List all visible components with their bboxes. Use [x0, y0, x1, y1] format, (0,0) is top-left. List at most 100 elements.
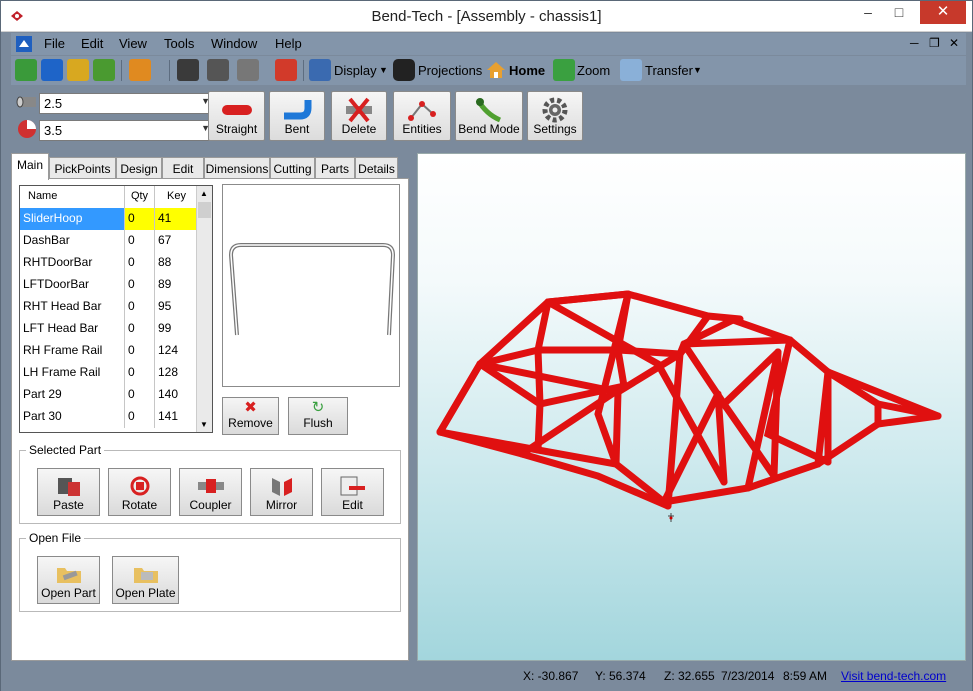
- menu-edit[interactable]: Edit: [81, 36, 103, 51]
- doc-minimize-button[interactable]: ─: [910, 36, 919, 50]
- bend-mode-button[interactable]: Bend Mode: [455, 91, 523, 141]
- doc-restore-button[interactable]: ❐: [929, 36, 940, 50]
- chassis-model[interactable]: [418, 154, 965, 660]
- coupler-icon: [197, 479, 224, 493]
- scroll-thumb[interactable]: [198, 202, 211, 218]
- website-link[interactable]: Visit bend-tech.com: [841, 669, 946, 683]
- tab-main[interactable]: Main: [11, 153, 49, 180]
- tab-pickpoints[interactable]: PickPoints: [49, 157, 116, 179]
- table-row[interactable]: RH Frame Rail 0 124: [20, 340, 198, 362]
- table-row[interactable]: RHT Head Bar 0 95: [20, 296, 198, 318]
- flush-button[interactable]: ↻ Flush: [288, 397, 348, 435]
- menu-window[interactable]: Window: [211, 36, 257, 51]
- transfer-icon[interactable]: [620, 59, 642, 81]
- open-icon[interactable]: [67, 59, 89, 81]
- display-icon[interactable]: [309, 59, 331, 81]
- print-preview-icon[interactable]: [237, 59, 259, 81]
- new-assembly-icon[interactable]: [41, 59, 63, 81]
- chevron-down-icon[interactable]: ▼: [693, 65, 702, 75]
- open-part-button[interactable]: Open Part: [37, 556, 100, 604]
- close-button[interactable]: ✕: [920, 1, 966, 24]
- paste-button[interactable]: Paste: [37, 468, 100, 516]
- display-menu[interactable]: Display: [334, 63, 377, 78]
- origin-axis-icon: [668, 513, 674, 522]
- tab-design[interactable]: Design: [116, 157, 162, 179]
- diameter-value: 2.5: [44, 96, 63, 111]
- diameter-select[interactable]: 2.5 ▼: [39, 93, 214, 114]
- doc-close-button[interactable]: ✕: [949, 36, 959, 50]
- 3d-viewport[interactable]: [417, 153, 966, 661]
- table-row[interactable]: RHTDoorBar 0 88: [20, 252, 198, 274]
- entities-button[interactable]: Entities: [393, 91, 451, 141]
- refresh-icon: ↻: [311, 399, 325, 416]
- rotate-button[interactable]: Rotate: [108, 468, 171, 516]
- save-icon[interactable]: [177, 59, 199, 81]
- home-button[interactable]: Home: [509, 63, 545, 78]
- menu-file[interactable]: File: [44, 36, 65, 51]
- bend-mode-label: Bend Mode: [458, 122, 520, 136]
- remove-button[interactable]: ✖ Remove: [222, 397, 279, 435]
- table-row[interactable]: LFTDoorBar 0 89: [20, 274, 198, 296]
- straight-button[interactable]: Straight: [208, 91, 265, 141]
- table-row[interactable]: LFT Head Bar 0 99: [20, 318, 198, 340]
- transfer-menu[interactable]: Transfer: [645, 63, 693, 78]
- tab-edit[interactable]: Edit: [162, 157, 204, 179]
- import-icon[interactable]: [93, 59, 115, 81]
- cell-qty: 0: [125, 208, 155, 230]
- open-plate-button[interactable]: Open Plate: [112, 556, 179, 604]
- radius-select[interactable]: 3.5 ▼: [39, 120, 214, 141]
- entities-icon: [408, 101, 436, 121]
- edit-icon: [340, 476, 365, 496]
- menu-view[interactable]: View: [119, 36, 147, 51]
- minimize-button[interactable]: –: [853, 1, 883, 24]
- tab-cutting[interactable]: Cutting: [270, 157, 315, 179]
- cell-qty: 0: [125, 362, 155, 384]
- zoom-icon[interactable]: [553, 59, 575, 81]
- bent-tube-icon: [284, 100, 312, 120]
- menu-tools[interactable]: Tools: [164, 36, 194, 51]
- bend-mode-icon: [475, 98, 502, 123]
- home-icon[interactable]: [485, 59, 507, 81]
- solidworks-icon[interactable]: [275, 59, 297, 81]
- tab-dimensions[interactable]: Dimensions: [204, 157, 270, 179]
- coord-y: Y: 56.374: [595, 669, 646, 683]
- table-row[interactable]: Part 29 0 140: [20, 384, 198, 406]
- settings-button[interactable]: Settings: [527, 91, 583, 141]
- options-icon[interactable]: [129, 59, 151, 81]
- tab-details[interactable]: Details: [355, 157, 398, 179]
- camera-icon[interactable]: [393, 59, 415, 81]
- table-row[interactable]: Part 30 0 141: [20, 406, 198, 428]
- menu-help[interactable]: Help: [275, 36, 302, 51]
- folder-icon: [133, 568, 158, 583]
- table-row[interactable]: SliderHoop 0 41: [20, 208, 198, 230]
- chevron-down-icon[interactable]: ▼: [379, 65, 388, 75]
- projections-button[interactable]: Projections: [418, 63, 482, 78]
- zoom-button[interactable]: Zoom: [577, 63, 610, 78]
- column-header-qty[interactable]: Qty: [125, 186, 155, 208]
- edit-part-button[interactable]: Edit: [321, 468, 384, 516]
- selected-part-group: Selected Part Paste Rotate Coupler Mirro…: [19, 443, 401, 524]
- grid-scrollbar[interactable]: ▲ ▼: [196, 186, 212, 432]
- part-preview: [222, 184, 400, 387]
- mirror-button[interactable]: Mirror: [250, 468, 313, 516]
- new-file-icon[interactable]: [15, 59, 37, 81]
- tab-parts[interactable]: Parts: [315, 157, 355, 179]
- toolbar-separator: [121, 60, 122, 81]
- cell-key: 88: [155, 252, 198, 274]
- maximize-button[interactable]: □: [884, 1, 914, 24]
- scroll-down-icon[interactable]: ▼: [200, 420, 208, 429]
- mirror-label: Mirror: [265, 498, 298, 512]
- table-row[interactable]: LH Frame Rail 0 128: [20, 362, 198, 384]
- left-panel: Main PickPoints Design Edit Dimensions C…: [11, 151, 411, 661]
- delete-button[interactable]: Delete: [331, 91, 387, 141]
- print-icon[interactable]: [207, 59, 229, 81]
- part-preview-drawing: [228, 243, 396, 336]
- delete-label: Delete: [341, 122, 377, 136]
- coupler-button[interactable]: Coupler: [179, 468, 242, 516]
- column-header-key[interactable]: Key: [155, 186, 198, 208]
- bent-button[interactable]: Bent: [269, 91, 325, 141]
- delete-icon: [346, 97, 372, 123]
- table-row[interactable]: DashBar 0 67: [20, 230, 198, 252]
- scroll-up-icon[interactable]: ▲: [200, 189, 208, 198]
- column-header-name[interactable]: Name: [20, 186, 125, 208]
